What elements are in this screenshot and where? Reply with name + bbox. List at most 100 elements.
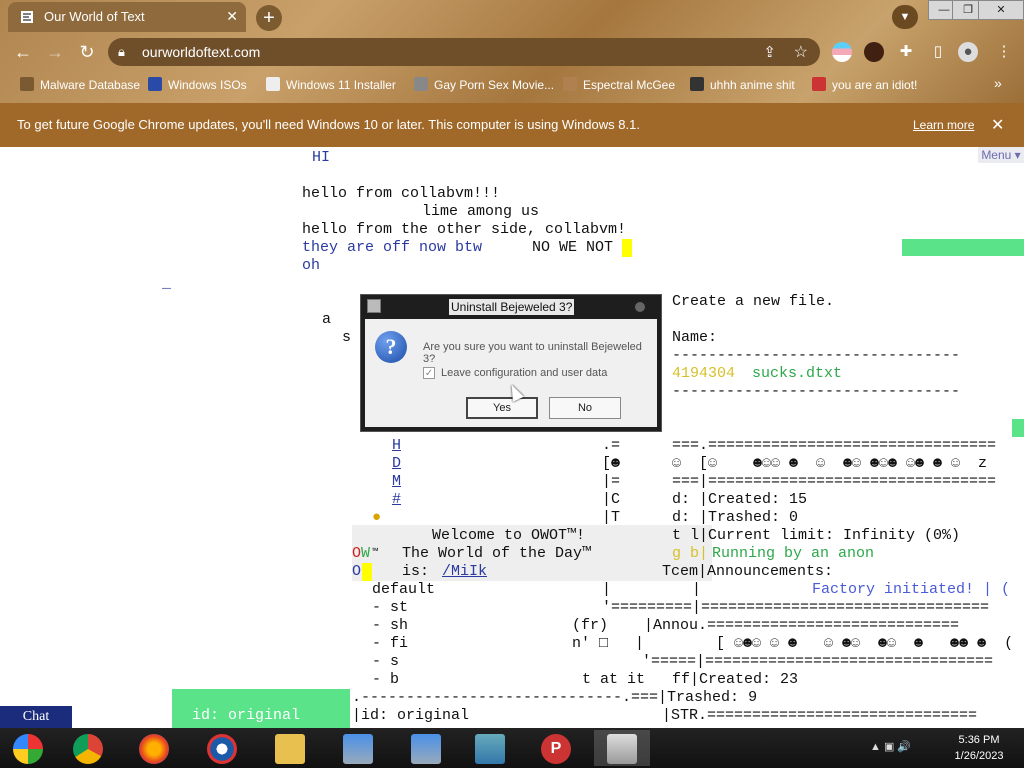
system-tray-icons[interactable]: ▲ ▣ 🔊 <box>870 740 911 753</box>
bookmark-movie[interactable]: Gay Porn Sex Movie... <box>414 77 554 92</box>
dialog-close-icon[interactable] <box>635 302 645 312</box>
taskbar-firefox[interactable] <box>126 730 182 766</box>
bookmarks-bar: Malware Database Windows ISOs Windows 11… <box>0 70 1024 100</box>
folder-icon <box>275 734 305 765</box>
tab-close-icon[interactable]: ✕ <box>226 8 238 25</box>
text-str: |STR.============================== <box>662 707 978 724</box>
taskbar-app-p[interactable]: P <box>528 730 584 766</box>
taskbar-file-explorer[interactable] <box>262 730 318 766</box>
address-bar[interactable]: 🔒︎ ourworldoftext.com ⇪ ☆ <box>108 38 820 66</box>
text-list-item: - b <box>372 671 400 688</box>
owot-canvas[interactable]: Menu ▾ HI hello from collabvm!!! lime am… <box>0 147 1024 728</box>
reload-icon[interactable]: ↻ <box>76 41 98 63</box>
address-url[interactable]: ourworldoftext.com <box>142 44 260 60</box>
owot-favicon-icon <box>21 11 33 23</box>
learn-more-link[interactable]: Learn more <box>913 118 974 132</box>
text-id: |id: original <box>352 707 470 724</box>
bookmark-favicon-icon <box>266 77 280 91</box>
text-dash: _ <box>162 275 172 292</box>
side-panel-icon[interactable]: ▯ <box>928 42 948 62</box>
taskbar-recycle-bin[interactable] <box>594 730 650 766</box>
trans-flag-extension-icon[interactable] <box>832 42 852 62</box>
bookmark-star-icon[interactable]: ☆ <box>794 42 808 62</box>
bookmark-anime[interactable]: uhhh anime shit <box>690 77 795 92</box>
chat-button[interactable]: Chat <box>0 706 72 728</box>
recycle-bin-icon <box>607 734 637 765</box>
text-hi: HI <box>312 149 331 166</box>
text-table: '=====|================================ <box>642 653 994 670</box>
installer-icon <box>411 734 441 765</box>
dialog-message: Are you sure you want to uninstall Bejew… <box>423 341 642 365</box>
profile-extension-icon[interactable] <box>864 42 884 62</box>
text-list-item: - s <box>372 653 400 670</box>
leave-config-label[interactable]: Leave configuration and user data <box>441 367 607 379</box>
text-table: ===.================================ <box>672 437 997 454</box>
bookmark-windows-isos[interactable]: Windows ISOs <box>148 77 247 92</box>
bookmark-espectral-mcgee[interactable]: Espectral McGee <box>563 77 675 92</box>
dialog-body: ? Are you sure you want to uninstall Bej… <box>365 319 657 427</box>
tab-our-world-of-text[interactable]: Our World of Text ✕ <box>8 2 246 32</box>
dialog-title: Uninstall Bejeweled 3? <box>449 299 575 315</box>
yes-button[interactable]: Yes <box>466 397 538 419</box>
owot-menu-button[interactable]: Menu ▾ <box>978 147 1024 163</box>
obama-logo-icon <box>207 734 237 765</box>
taskbar-installer-2[interactable] <box>398 730 454 766</box>
text-default: default <box>372 581 436 598</box>
bookmark-favicon-icon <box>563 77 577 91</box>
no-button[interactable]: No <box>549 397 621 419</box>
taskbar-obama[interactable] <box>194 730 250 766</box>
side-letter-hash[interactable]: # <box>392 491 401 509</box>
windows-taskbar: P ▲ ▣ 🔊 5:36 PM 1/26/2023 <box>0 728 1024 768</box>
installer-icon <box>343 734 373 765</box>
bookmark-malware-database[interactable]: Malware Database <box>20 77 140 92</box>
bookmark-favicon-icon <box>812 77 826 91</box>
taskbar-chrome[interactable] <box>60 730 116 766</box>
text-trashed: d: |Trashed: 0 <box>672 509 799 526</box>
text-separator: -------------------------------- <box>672 347 961 364</box>
text-table: [☻ <box>602 455 621 472</box>
text-table: | | <box>602 581 702 598</box>
start-icon <box>13 734 43 765</box>
text-table: |C <box>602 491 621 508</box>
forward-icon[interactable]: → <box>44 41 66 63</box>
text-create-file: Create a new file. <box>672 293 835 310</box>
leave-config-checkbox[interactable]: ✓ <box>423 367 435 379</box>
side-letter-m[interactable]: M <box>392 473 401 491</box>
infobar-close-icon[interactable]: ✕ <box>991 115 1004 135</box>
extensions-puzzle-icon[interactable]: ✚ <box>896 42 916 62</box>
share-icon[interactable]: ⇪ <box>763 43 776 61</box>
window-close-button[interactable]: ✕ <box>978 0 1024 20</box>
bookmark-you-are-an-idiot[interactable]: you are an idiot! <box>812 77 917 92</box>
text-separator: -------------------------------- <box>672 383 961 400</box>
text-ow-o: O <box>352 563 362 580</box>
chrome-menu-icon[interactable]: ⋮ <box>994 42 1014 62</box>
text-table: |= <box>602 473 621 490</box>
question-icon: ? <box>375 331 407 363</box>
taskbar-photos[interactable] <box>462 730 518 766</box>
account-avatar-icon[interactable]: ● <box>958 42 978 62</box>
text-table: (fr) |Annou.============================ <box>572 617 960 634</box>
text-ow-o: O <box>352 545 362 562</box>
back-icon[interactable]: ← <box>12 41 34 63</box>
text-table: ===|================================ <box>672 473 997 490</box>
text-table: |T <box>602 509 621 526</box>
browser-toolbar: ← → ↻ 🔒︎ ourworldoftext.com ⇪ ☆ ✚ ▯ ● ⋮ <box>0 34 1024 70</box>
lock-icon[interactable]: 🔒︎ <box>118 44 125 60</box>
text-table: n' □ | [ ☺☻☺ ☺ ☻ ☺ ☻☺ ☻☺ ☻ ☻☻ ☻ ( <box>572 635 1014 652</box>
taskbar-clock[interactable]: 5:36 PM 1/26/2023 <box>944 732 1014 764</box>
taskbar-installer-1[interactable] <box>330 730 386 766</box>
text-line-blue: oh <box>302 257 321 274</box>
start-button[interactable] <box>0 730 56 766</box>
browser-chrome: Our World of Text ✕ + ▼ — ❐ ✕ ← → ↻ 🔒︎ o… <box>0 0 1024 103</box>
bookmarks-more-icon[interactable]: » <box>994 75 1002 91</box>
clock-date: 1/26/2023 <box>954 750 1004 762</box>
text-line: NO WE NOT <box>532 239 614 256</box>
milk-world-link[interactable]: /MiIk <box>442 563 487 581</box>
text-cursor-highlight <box>362 563 372 581</box>
side-letter-h[interactable]: H <box>392 437 401 455</box>
new-tab-button[interactable]: + <box>256 5 282 31</box>
tab-search-icon[interactable]: ▼ <box>892 5 918 29</box>
bookmark-windows-11-installer[interactable]: Windows 11 Installer <box>266 77 396 92</box>
bookmark-favicon-icon <box>20 77 34 91</box>
side-letter-d[interactable]: D <box>392 455 401 473</box>
